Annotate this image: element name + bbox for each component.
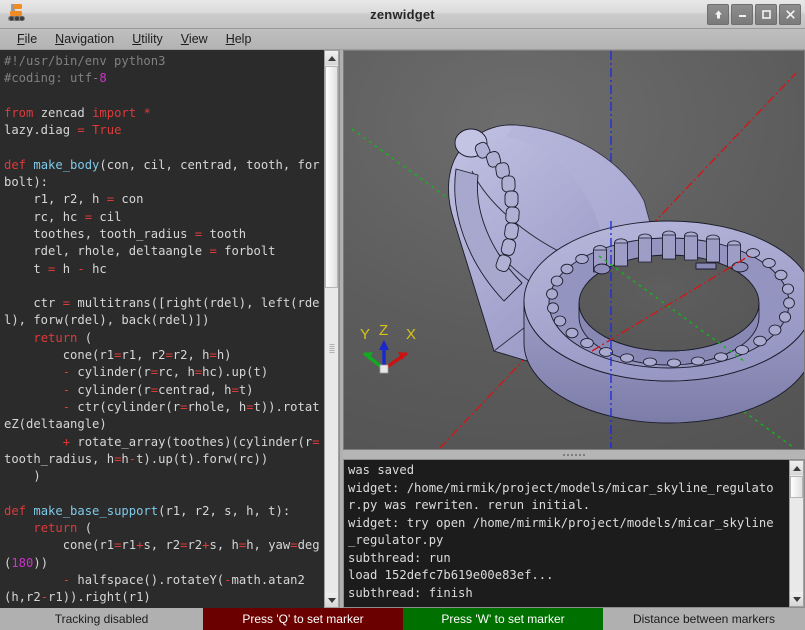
- 3d-viewport[interactable]: Y Z X: [343, 50, 805, 450]
- axis-label-x: X: [406, 326, 416, 343]
- title-bar: zenwidget: [0, 0, 805, 29]
- console-pane[interactable]: was saved widget: /home/mirmik/project/mo…: [343, 459, 805, 608]
- code-editor-pane[interactable]: #!/usr/bin/env python3 #coding: utf-8 fro…: [0, 50, 340, 608]
- editor-scroll-up-button[interactable]: [325, 51, 338, 65]
- status-tracking: Tracking disabled: [54, 612, 149, 626]
- menu-label: ile: [24, 32, 38, 46]
- console-scroll-up-button[interactable]: [790, 461, 803, 475]
- status-bar: Tracking disabled Press 'Q' to set marke…: [0, 608, 805, 630]
- status-w-marker[interactable]: Press 'W' to set marker: [403, 608, 603, 630]
- console-scrollbar[interactable]: [789, 460, 804, 607]
- window-controls: [707, 0, 801, 29]
- menu-mnemonic: H: [225, 32, 235, 46]
- menu-item-file[interactable]: File: [8, 30, 46, 48]
- menu-mnemonic: V: [180, 32, 189, 46]
- zenwidget-window: zenwidget File Navigation Utility View H…: [0, 0, 805, 630]
- menu-item-utility[interactable]: Utility: [123, 30, 172, 48]
- menu-item-help[interactable]: Help: [217, 30, 261, 48]
- axis-gizmo: Y Z X: [360, 322, 416, 374]
- close-button[interactable]: [779, 4, 801, 25]
- console-scrollbar-thumb[interactable]: [790, 476, 803, 498]
- bolt-hole: [731, 261, 749, 273]
- menu-label: avigation: [64, 32, 115, 46]
- shade-button[interactable]: [707, 4, 729, 25]
- menu-mnemonic: N: [55, 32, 65, 46]
- menu-item-navigation[interactable]: Navigation: [46, 30, 123, 48]
- menu-label: iew: [188, 32, 208, 46]
- editor-scrollbar[interactable]: [324, 50, 339, 608]
- maximize-button[interactable]: [755, 4, 777, 25]
- console-scroll-down-button[interactable]: [790, 592, 803, 606]
- right-column: Y Z X was saved widget: /home/mirmik/proj…: [341, 50, 805, 608]
- minimize-button[interactable]: [731, 4, 753, 25]
- axis-label-y: Y: [360, 326, 370, 343]
- cad-model: [448, 124, 804, 424]
- editor-scroll-down-button[interactable]: [325, 593, 338, 607]
- menu-mnemonic: F: [17, 32, 25, 46]
- menu-mnemonic: U: [132, 32, 142, 46]
- splitter-grip-icon: [563, 453, 585, 456]
- axis-label-z: Z: [379, 322, 388, 339]
- menu-item-view[interactable]: View: [172, 30, 217, 48]
- status-q-marker[interactable]: Press 'Q' to set marker: [203, 608, 403, 630]
- bolt-hole: [593, 263, 611, 275]
- status-distance: Distance between markers: [632, 612, 776, 626]
- menu-label: tility: [141, 32, 163, 46]
- console-text: was saved widget: /home/mirmik/project/mo…: [348, 463, 774, 600]
- window-title: zenwidget: [370, 7, 435, 22]
- menu-label: elp: [234, 32, 252, 46]
- viewport-console-splitter[interactable]: [343, 450, 805, 459]
- editor-scroll-grip-icon: [329, 344, 334, 353]
- main-split: #!/usr/bin/env python3 #coding: utf-8 fro…: [0, 50, 805, 608]
- code-editor-text[interactable]: #!/usr/bin/env python3 #coding: utf-8 fro…: [4, 53, 322, 607]
- menu-bar: File Navigation Utility View Help: [0, 29, 805, 50]
- editor-scrollbar-thumb[interactable]: [325, 66, 338, 288]
